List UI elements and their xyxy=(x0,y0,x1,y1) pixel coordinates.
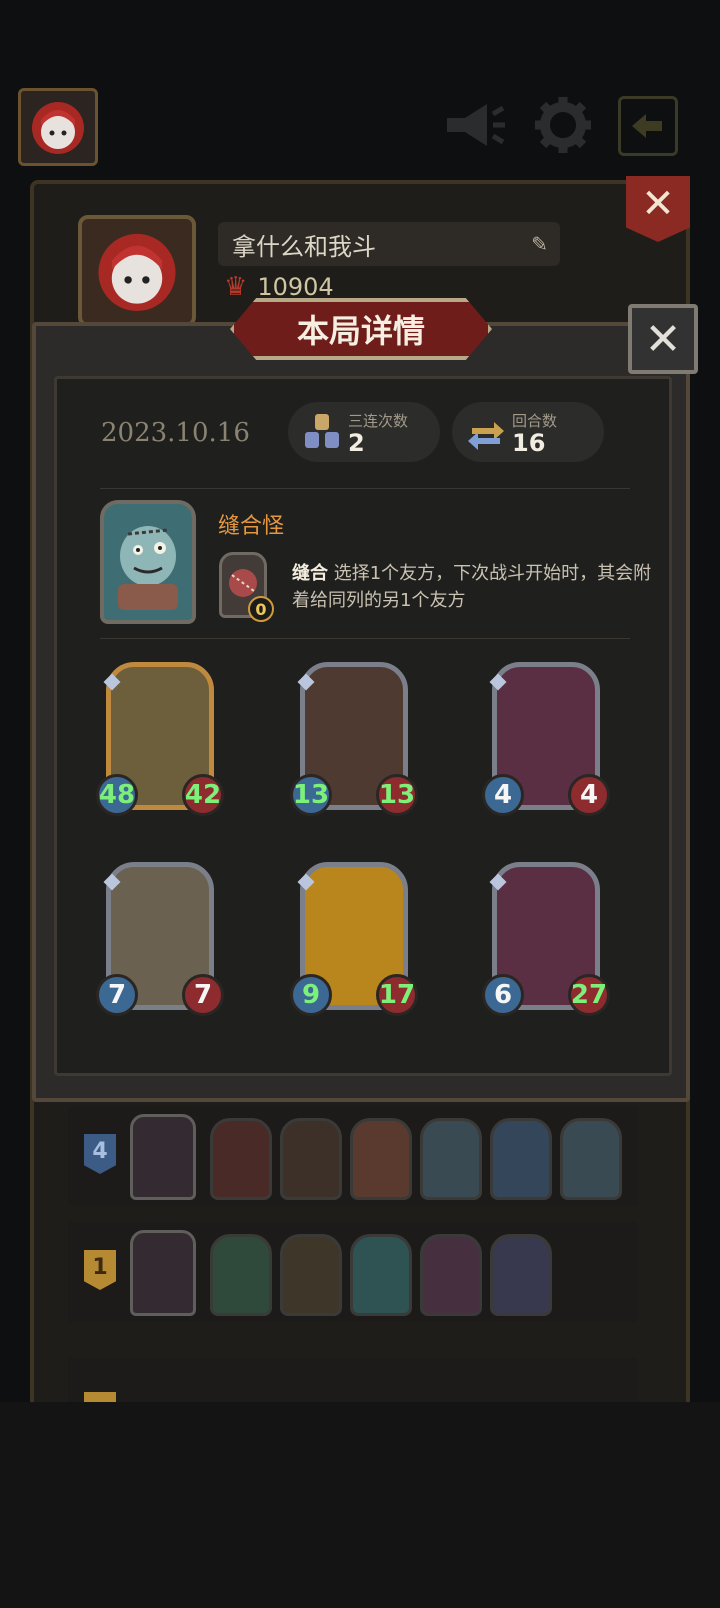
match-date: 2023.10.16 xyxy=(101,418,250,448)
triple-count-stat: 三连次数 2 xyxy=(288,402,440,462)
hero-portrait[interactable] xyxy=(100,500,196,624)
player-name-field[interactable]: 拿什么和我斗 ✎ xyxy=(218,222,560,266)
round-count-label: 回合数 xyxy=(512,412,558,430)
minion-attack: 13 xyxy=(290,774,332,816)
rank-badge: 1 xyxy=(84,1250,116,1290)
crown-icon: ♛ xyxy=(224,272,248,302)
minion-card[interactable]: 13 13 xyxy=(290,662,418,824)
history-minion xyxy=(350,1234,412,1316)
minion-attack: 48 xyxy=(96,774,138,816)
minion-card[interactable]: 48 42 xyxy=(96,662,224,824)
skill-name: 缝合 xyxy=(292,563,328,584)
history-minion xyxy=(280,1234,342,1316)
triple-count-value: 2 xyxy=(348,429,365,457)
rank-badge: 4 xyxy=(84,1134,116,1174)
red-hood-avatar-icon xyxy=(98,233,176,312)
history-minion xyxy=(490,1118,552,1200)
history-hero-portrait xyxy=(130,1114,196,1200)
stitched-monster-icon xyxy=(118,526,178,610)
minion-health: 7 xyxy=(182,974,224,1016)
minion-attack: 4 xyxy=(482,774,524,816)
player-avatar-button[interactable] xyxy=(18,88,98,166)
player-name: 拿什么和我斗 xyxy=(232,232,376,261)
exit-icon[interactable] xyxy=(618,96,678,156)
profile-avatar[interactable] xyxy=(78,215,196,327)
minion-card[interactable]: 77 xyxy=(96,862,224,1024)
score-row: ♛ 10904 xyxy=(224,272,334,302)
round-count-stat: 回合数 16 xyxy=(452,402,604,462)
history-minion xyxy=(420,1118,482,1200)
triple-count-label: 三连次数 xyxy=(348,412,409,430)
red-hood-avatar-icon xyxy=(32,102,84,154)
minion-health: 27 xyxy=(568,974,610,1016)
minion-attack: 7 xyxy=(96,974,138,1016)
minion-health: 17 xyxy=(376,974,418,1016)
history-minion xyxy=(420,1234,482,1316)
history-hero-portrait xyxy=(130,1230,196,1316)
announcement-icon[interactable] xyxy=(440,90,510,160)
minion-card[interactable]: 6 27 xyxy=(482,862,610,1024)
refresh-arrows-icon xyxy=(468,422,504,450)
minion-card[interactable]: 9 17 xyxy=(290,862,418,1024)
hero-name: 缝合怪 xyxy=(218,514,285,539)
history-row[interactable]: 4 xyxy=(68,1106,638,1206)
minion-card[interactable]: 44 xyxy=(482,662,610,824)
history-minion xyxy=(210,1234,272,1316)
divider xyxy=(100,488,630,489)
triple-icon xyxy=(305,414,339,448)
minion-health: 13 xyxy=(376,774,418,816)
edit-pencil-icon[interactable]: ✎ xyxy=(531,232,548,256)
player-score: 10904 xyxy=(257,273,334,301)
modal-title: 本局详情 xyxy=(230,298,492,360)
skill-cost-badge: 0 xyxy=(248,596,274,622)
history-minion xyxy=(560,1118,622,1200)
round-count-value: 16 xyxy=(512,429,546,457)
minion-health: 42 xyxy=(182,774,224,816)
modal-close-button[interactable]: ✕ xyxy=(628,304,698,374)
minion-attack: 9 xyxy=(290,974,332,1016)
history-minion xyxy=(210,1118,272,1200)
history-minion xyxy=(280,1118,342,1200)
history-row[interactable]: 1 xyxy=(68,1222,638,1322)
bottom-shade xyxy=(0,1402,720,1608)
history-row-partial[interactable] xyxy=(68,1358,638,1404)
minion-attack: 6 xyxy=(482,974,524,1016)
hero-skill-description: 缝合 选择1个友方，下次战斗开始时，其会附着给同列的另1个友方 xyxy=(292,560,652,614)
divider xyxy=(100,638,630,639)
minion-health: 4 xyxy=(568,774,610,816)
history-minion xyxy=(490,1234,552,1316)
gear-icon[interactable] xyxy=(528,90,598,160)
history-minion xyxy=(350,1118,412,1200)
skill-desc: 选择1个友方，下次战斗开始时，其会附着给同列的另1个友方 xyxy=(292,563,652,611)
top-bar xyxy=(0,80,720,180)
